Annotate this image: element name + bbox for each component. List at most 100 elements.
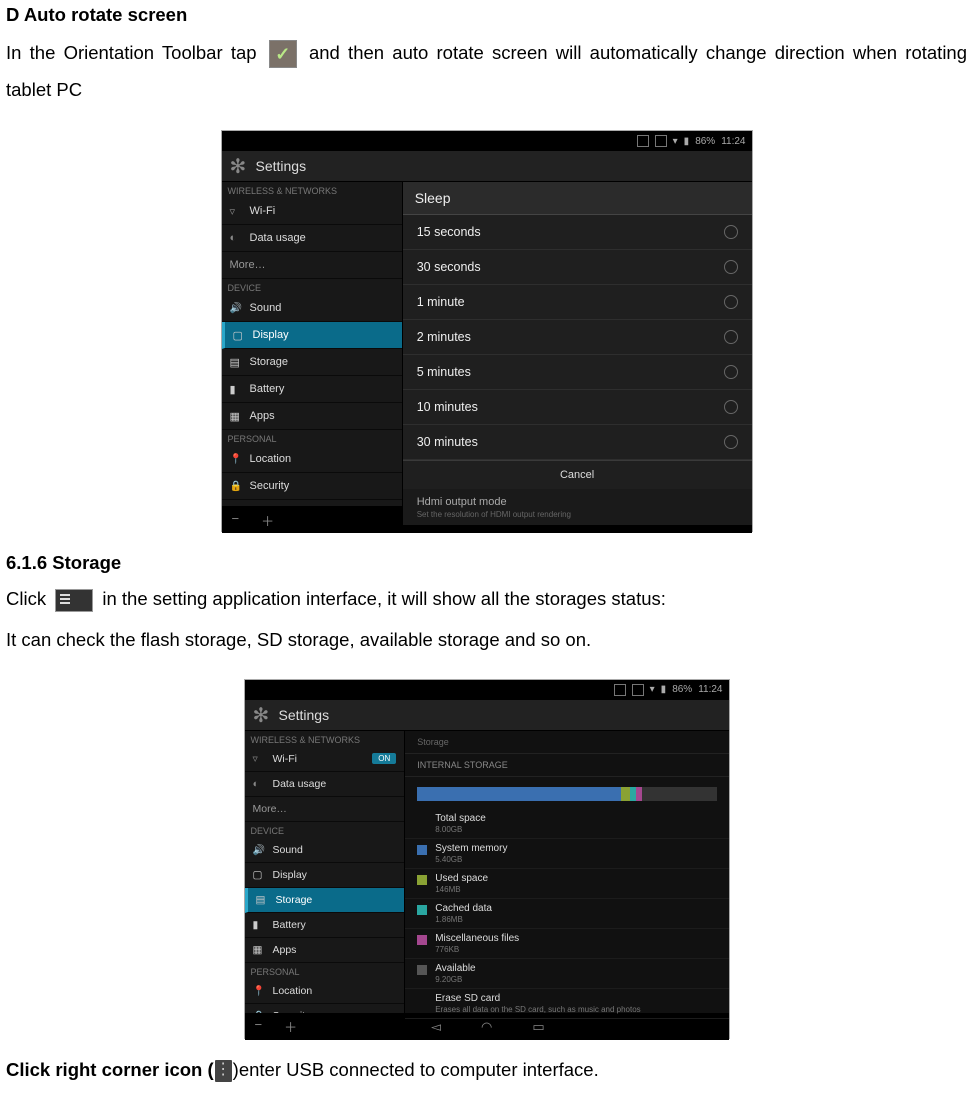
sidebar-item-data[interactable]: Data usage [245, 772, 405, 797]
sleep-option-30s[interactable]: 30 seconds [403, 250, 752, 285]
sleep-option-10m[interactable]: 10 minutes [403, 390, 752, 425]
storage-color-swatch [417, 935, 427, 945]
sidebar-header-personal: PERSONAL [222, 430, 402, 446]
storage-list-item: Total space8.00GB [405, 809, 728, 839]
battery-percent: 86% [695, 136, 715, 147]
text-click-right-corner: Click right corner icon ( [6, 1059, 214, 1080]
option-label: 2 minutes [417, 330, 471, 344]
storage-item-label: Used space [435, 873, 488, 885]
battery-icon [253, 919, 265, 931]
battery-icon [230, 383, 242, 395]
sidebar-item-battery[interactable]: Battery [222, 376, 402, 403]
option-label: 5 minutes [417, 365, 471, 379]
sleep-option-1m[interactable]: 1 minute [403, 285, 752, 320]
sidebar-label-security: Security [250, 480, 290, 492]
nav-volume-down-icon[interactable]: − [232, 511, 240, 530]
battery-percent: 86% [672, 684, 692, 695]
sidebar-item-display[interactable]: Display [245, 863, 405, 888]
security-icon [253, 1010, 265, 1013]
sidebar-item-apps[interactable]: Apps [222, 403, 402, 430]
hdmi-output-mode-sub: Set the resolution of HDMI output render… [403, 510, 752, 525]
storage-color-swatch [417, 905, 427, 915]
sidebar-item-more[interactable]: More… [222, 252, 402, 279]
sidebar-item-storage[interactable]: Storage [245, 888, 405, 913]
sidebar-item-sound[interactable]: Sound [222, 295, 402, 322]
sleep-option-15s[interactable]: 15 seconds [403, 215, 752, 250]
nav-volume-up-icon[interactable]: ＋ [261, 511, 274, 530]
storage-item-label: System memory [435, 843, 507, 855]
sleep-option-5m[interactable]: 5 minutes [403, 355, 752, 390]
sidebar-item-location[interactable]: Location [245, 979, 405, 1004]
auto-rotate-check-icon [269, 40, 297, 68]
pane-header-storage: Storage [405, 731, 728, 754]
sidebar-item-wifi[interactable]: Wi-Fi [222, 198, 402, 225]
option-label: 30 seconds [417, 260, 481, 274]
storage-list-item[interactable]: Cached data1.86MB [405, 899, 728, 929]
settings-gear-icon [230, 157, 248, 175]
sidebar-item-battery[interactable]: Battery [245, 913, 405, 938]
storage-list-item[interactable]: Used space146MB [405, 869, 728, 899]
storage-item-list: Total space8.00GBSystem memory5.40GBUsed… [405, 809, 728, 1019]
sidebar-item-more[interactable]: More… [245, 797, 405, 822]
title-bar: Settings [245, 700, 729, 731]
usb-status-icon [637, 135, 649, 147]
nav-volume-up-icon[interactable]: ＋ [284, 1017, 297, 1036]
text-after-storage-icon: in the setting application interface, it… [102, 588, 666, 609]
sidebar-item-sound[interactable]: Sound [245, 838, 405, 863]
storage-list-item[interactable]: Miscellaneous files776KB [405, 929, 728, 959]
sidebar-item-security[interactable]: Security [222, 473, 402, 500]
radio-icon [724, 330, 738, 344]
heading-616-storage: 6.1.6 Storage [6, 552, 967, 574]
dialog-title-sleep: Sleep [403, 182, 752, 215]
sidebar-label-more: More… [253, 803, 287, 815]
storage-list-item[interactable]: Erase SD cardErases all data on the SD c… [405, 989, 728, 1019]
storage-content-pane: Storage INTERNAL STORAGE Total space8.00… [405, 731, 728, 1013]
radio-icon [724, 260, 738, 274]
sidebar-item-wifi[interactable]: Wi-Fi ON [245, 747, 405, 772]
sd-status-icon [655, 135, 667, 147]
sound-icon [230, 302, 242, 314]
wifi-icon [253, 753, 265, 765]
storage-icon [256, 894, 268, 906]
dialog-cancel-button[interactable]: Cancel [403, 460, 752, 489]
sd-status-icon [632, 684, 644, 696]
sidebar-item-apps[interactable]: Apps [245, 938, 405, 963]
storage-item-sub: 9.20GB [435, 975, 475, 984]
sidebar-label-sound: Sound [250, 302, 282, 314]
sidebar-label-battery: Battery [273, 919, 306, 931]
nav-home-icon[interactable]: ◠ [481, 1019, 492, 1035]
settings-sidebar: WIRELESS & NETWORKS Wi-Fi ON Data usage … [245, 731, 406, 1013]
sidebar-item-display[interactable]: Display [222, 322, 402, 349]
sleep-option-30m[interactable]: 30 minutes [403, 425, 752, 460]
nav-recent-icon[interactable]: ▭ [532, 1019, 544, 1035]
sidebar-header-personal: PERSONAL [245, 963, 405, 979]
wifi-icon [230, 205, 242, 217]
storage-item-label: Available [435, 963, 475, 975]
sidebar-item-data[interactable]: Data usage [222, 225, 402, 252]
storage-usage-bar [417, 787, 716, 801]
sidebar-label-wifi: Wi-Fi [250, 205, 276, 217]
sidebar-item-location[interactable]: Location [222, 446, 402, 473]
radio-icon [724, 365, 738, 379]
status-bar: ▾ ▮ 86% 11:24 [245, 680, 729, 700]
security-icon [230, 480, 242, 492]
nav-back-icon[interactable]: ◅ [431, 1019, 441, 1035]
storage-bar-segment [417, 787, 621, 801]
wifi-on-toggle[interactable]: ON [372, 753, 396, 764]
sidebar-label-data: Data usage [273, 778, 327, 790]
nav-volume-down-icon[interactable]: − [255, 1017, 263, 1036]
hdmi-output-mode-item[interactable]: Hdmi output mode [403, 489, 752, 510]
sidebar-label-display: Display [273, 869, 307, 881]
sleep-option-2m[interactable]: 2 minutes [403, 320, 752, 355]
internal-storage-header: INTERNAL STORAGE [405, 754, 728, 777]
storage-list-item: Available9.20GB [405, 959, 728, 989]
storage-color-swatch [417, 845, 427, 855]
sidebar-item-storage[interactable]: Storage [222, 349, 402, 376]
storage-item-sub: Erases all data on the SD card, such as … [435, 1005, 640, 1014]
storage-list-item[interactable]: System memory5.40GB [405, 839, 728, 869]
wifi-status-icon: ▾ [650, 684, 655, 695]
sidebar-item-security[interactable]: Security [245, 1004, 405, 1013]
paragraph-auto-rotate: In the Orientation Toolbar tap and then … [6, 34, 967, 108]
option-label: 10 minutes [417, 400, 478, 414]
storage-item-sub: 5.40GB [435, 855, 507, 864]
